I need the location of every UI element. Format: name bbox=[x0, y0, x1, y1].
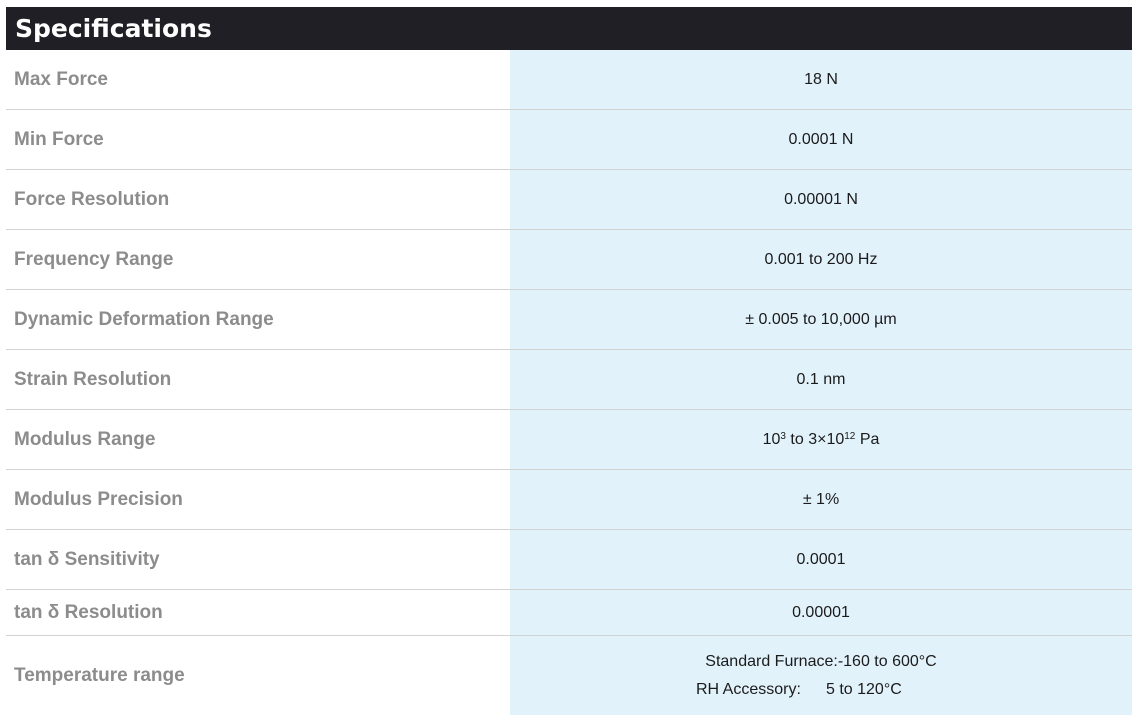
spec-label: Modulus Range bbox=[6, 409, 510, 470]
spec-value: 0.00001 bbox=[510, 589, 1132, 636]
spec-value: ± 1% bbox=[510, 469, 1132, 530]
spec-row-max-force: Max Force 18 N bbox=[6, 50, 1132, 110]
spec-value: 0.0001 N bbox=[510, 109, 1132, 170]
spec-value: Standard Furnace:-160 to 600°C RH Access… bbox=[510, 635, 1132, 715]
spec-value: 0.001 to 200 Hz bbox=[510, 229, 1132, 290]
spec-row-force-resolution: Force Resolution 0.00001 N bbox=[6, 169, 1132, 230]
modulus-unit: Pa bbox=[855, 430, 880, 448]
spec-label: Max Force bbox=[6, 50, 510, 110]
spec-label: Modulus Precision bbox=[6, 469, 510, 530]
spec-row-dynamic-deformation-range: Dynamic Deformation Range ± 0.005 to 10,… bbox=[6, 289, 1132, 350]
temp-line-standard-furnace: Standard Furnace:-160 to 600°C bbox=[510, 648, 1132, 676]
specifications-table: Max Force 18 N Min Force 0.0001 N Force … bbox=[6, 50, 1132, 715]
specifications-header: Specifications bbox=[6, 7, 1132, 50]
spec-row-modulus-precision: Modulus Precision ± 1% bbox=[6, 469, 1132, 530]
spec-label: Min Force bbox=[6, 109, 510, 170]
spec-label: Dynamic Deformation Range bbox=[6, 289, 510, 350]
spec-label: Temperature range bbox=[6, 635, 510, 715]
spec-label: Strain Resolution bbox=[6, 349, 510, 410]
temp-line-rh-accessory: RH Accessory: 5 to 120°C bbox=[510, 676, 1132, 704]
spec-row-temperature-range: Temperature range Standard Furnace:-160 … bbox=[6, 635, 1132, 715]
temp-line-value: -160 to 600°C bbox=[837, 652, 937, 670]
spec-row-modulus-range: Modulus Range 103 to 3×1012 Pa bbox=[6, 409, 1132, 470]
spec-value: 18 N bbox=[510, 50, 1132, 110]
spec-row-tan-delta-resolution: tan δ Resolution 0.00001 bbox=[6, 589, 1132, 636]
spec-row-tan-delta-sensitivity: tan δ Sensitivity 0.0001 bbox=[6, 529, 1132, 590]
spec-label: Force Resolution bbox=[6, 169, 510, 230]
spec-value: ± 0.005 to 10,000 µm bbox=[510, 289, 1132, 350]
temp-line-name: Standard Furnace: bbox=[705, 652, 838, 670]
spec-label: tan δ Sensitivity bbox=[6, 529, 510, 590]
spec-value: 0.00001 N bbox=[510, 169, 1132, 230]
temp-line-name: RH Accessory: bbox=[696, 680, 801, 698]
spec-row-frequency-range: Frequency Range 0.001 to 200 Hz bbox=[6, 229, 1132, 290]
spec-value: 0.1 nm bbox=[510, 349, 1132, 410]
specifications-sheet: Specifications Max Force 18 N Min Force … bbox=[6, 7, 1132, 715]
spec-row-strain-resolution: Strain Resolution 0.1 nm bbox=[6, 349, 1132, 410]
modulus-exponent-high: 12 bbox=[844, 430, 856, 442]
spec-value: 0.0001 bbox=[510, 529, 1132, 590]
temp-line-value: 5 to 120°C bbox=[826, 680, 902, 698]
spec-row-min-force: Min Force 0.0001 N bbox=[6, 109, 1132, 170]
modulus-base: 10 bbox=[762, 430, 781, 448]
spec-label: Frequency Range bbox=[6, 229, 510, 290]
spec-label: tan δ Resolution bbox=[6, 589, 510, 636]
modulus-mid: to 3×10 bbox=[785, 430, 845, 448]
spec-value: 103 to 3×1012 Pa bbox=[510, 409, 1132, 470]
